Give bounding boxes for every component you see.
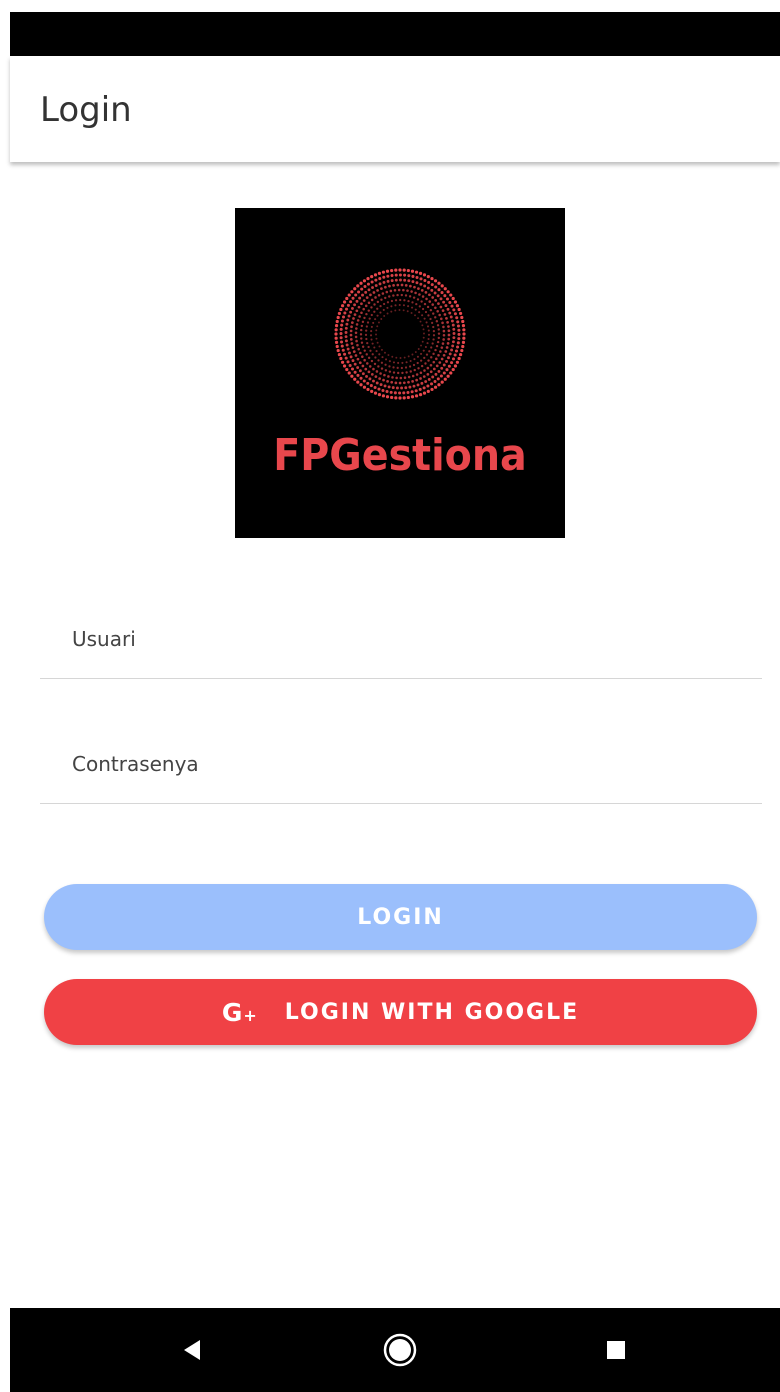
page-title: Login bbox=[40, 90, 132, 130]
login-button-label: LOGIN bbox=[357, 904, 444, 930]
logo-graphic: FPGestiona bbox=[273, 268, 527, 481]
app-bar: Login bbox=[10, 56, 780, 162]
password-field bbox=[40, 733, 762, 804]
username-field bbox=[40, 608, 762, 679]
login-with-google-button[interactable]: G + LOGIN WITH GOOGLE bbox=[44, 979, 757, 1045]
system-nav-bar bbox=[10, 1308, 780, 1392]
login-button[interactable]: LOGIN bbox=[44, 884, 757, 950]
app-logo: FPGestiona bbox=[235, 208, 565, 538]
password-input[interactable] bbox=[70, 751, 734, 777]
recents-square-icon[interactable] bbox=[594, 1328, 638, 1372]
logo-dot-circle bbox=[334, 268, 466, 400]
username-input[interactable] bbox=[70, 626, 734, 652]
home-circle-icon[interactable] bbox=[378, 1328, 422, 1372]
login-content: FPGestiona LOGIN G+ LOGIN WITH GOOGLE bbox=[10, 162, 780, 1308]
back-triangle-icon[interactable] bbox=[170, 1328, 214, 1372]
logo-wordmark: FPGestiona bbox=[273, 430, 527, 481]
google-plus-icon: G + bbox=[221, 997, 257, 1027]
status-bar bbox=[10, 12, 780, 56]
login-with-google-label: LOGIN WITH GOOGLE bbox=[284, 999, 580, 1025]
